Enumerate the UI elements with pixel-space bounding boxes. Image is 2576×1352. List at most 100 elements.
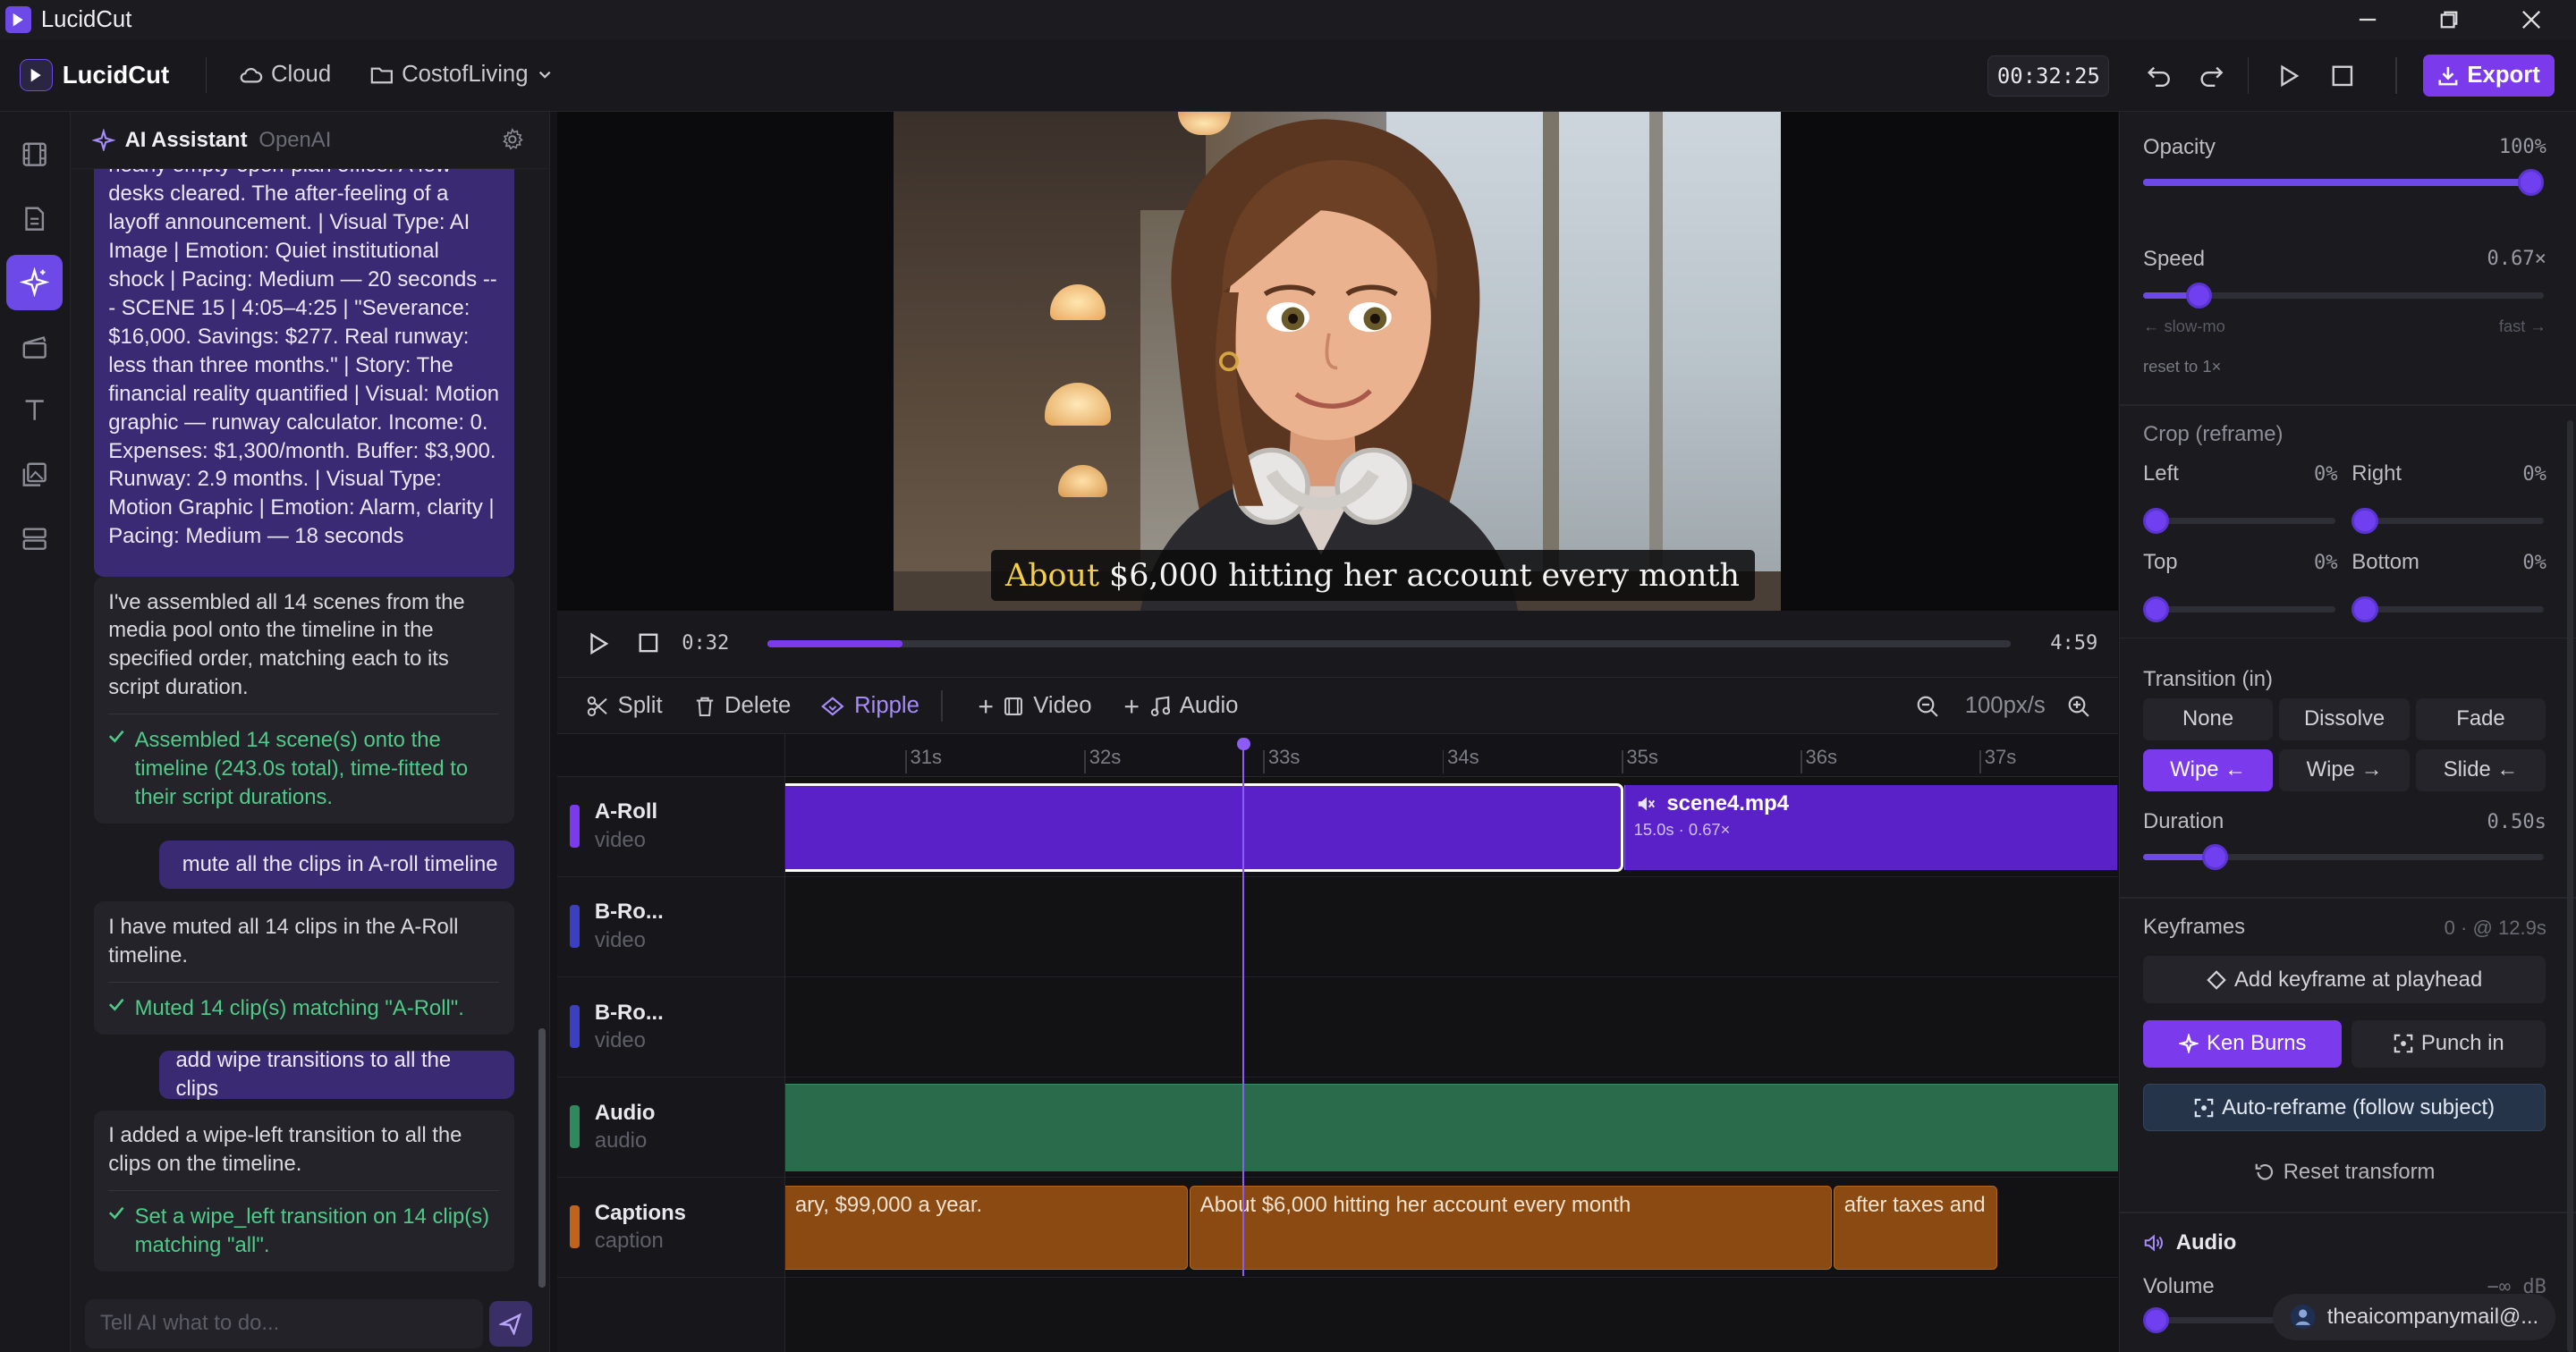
transition-wipe-right-button[interactable]: Wipe → [2279,748,2410,792]
properties-scrollbar[interactable] [2566,420,2574,1352]
ai-prompt-input[interactable]: Tell AI what to do... [85,1298,483,1348]
track-color-bar [570,1105,580,1148]
add-keyframe-button[interactable]: Add keyframe at playhead [2143,955,2546,1004]
scrubber[interactable] [767,640,2012,647]
caption-clip[interactable]: ary, $99,000 a year. [784,1186,1188,1270]
crop-left-slider[interactable] [2143,507,2335,534]
punch-in-button[interactable]: Punch in [2351,1019,2546,1068]
lane-b-roll-1[interactable] [784,877,2118,977]
ruler-tick [1621,750,1623,774]
minimize-button[interactable] [2329,0,2404,39]
slider-knob[interactable] [2202,844,2229,871]
delete-button[interactable]: Delete [695,678,791,735]
track-header-b-roll-2[interactable]: B-Ro... video [556,976,785,1077]
rail-text-button[interactable] [6,383,62,438]
ai-settings-button[interactable] [501,128,524,151]
reset-transform-button[interactable]: Reset transform [2143,1152,2546,1195]
track-color-bar [570,804,580,848]
stop-button[interactable] [2325,59,2360,92]
chat-scrollbar[interactable] [538,1027,546,1288]
play-preview-button[interactable] [2270,59,2306,92]
transition-slide-left-button[interactable]: Slide ← [2415,748,2546,792]
auto-reframe-button[interactable]: Auto-reframe (follow subject) [2143,1084,2546,1132]
ruler-tick-label: 36s [1805,745,1838,768]
transition-fade-button[interactable]: Fade [2415,697,2546,741]
rail-scenes-button[interactable] [6,318,62,374]
clip-meta: 15.0s · 0.67× [1633,819,1731,839]
slider-knob[interactable] [2143,596,2170,623]
slider-knob[interactable] [2143,507,2170,534]
transition-wipe-left-button[interactable]: Wipe ← [2143,748,2274,792]
crop-bottom-slider[interactable] [2351,596,2545,623]
slider-fill [2143,179,2545,186]
add-video-track-button[interactable]: Video [978,678,1092,735]
ken-burns-button[interactable]: Ken Burns [2143,1019,2343,1068]
slider-knob[interactable] [2517,169,2545,196]
lane-b-roll-2[interactable] [784,977,2118,1077]
track-header-b-roll-1[interactable]: B-Ro... video [556,876,785,977]
playback-play-button[interactable] [587,632,610,655]
cloud-button[interactable]: Cloud [240,62,331,88]
close-window-button[interactable] [2494,0,2569,39]
crop-top-label: Top [2143,550,2178,575]
stop-icon [2331,64,2354,88]
crop-top-slider[interactable] [2143,596,2335,623]
rail-storage-button[interactable] [6,511,62,566]
slider-knob[interactable] [2351,596,2378,623]
aroll-clip-selected[interactable] [784,783,1623,873]
track-type: video [594,1027,646,1052]
crop-right-slider[interactable] [2351,507,2545,534]
timeline[interactable]: 31s 32s 33s 34s 35s 36s 37s A-Roll video B-Ro.… [556,734,2118,1352]
track-header-audio[interactable]: Audio audio [556,1077,785,1178]
chat-scroll-area[interactable]: nearly empty open-plan office. A few des… [71,169,550,1290]
slider-knob[interactable] [2143,1307,2170,1334]
rail-ai-button[interactable] [6,254,63,311]
export-button[interactable]: Export [2423,54,2555,97]
ripple-toggle[interactable]: Ripple [821,678,919,735]
transition-dissolve-button[interactable]: Dissolve [2279,697,2410,741]
split-button[interactable]: Split [587,678,663,735]
reset-speed-button[interactable]: reset to 1× [2143,357,2221,376]
slider-knob[interactable] [2186,282,2213,309]
brand[interactable]: LucidCut [20,58,170,92]
track-type: video [594,827,646,852]
transition-duration-slider[interactable] [2143,844,2545,871]
undo-button[interactable] [2140,59,2176,92]
ripple-icon [821,696,844,717]
time-ruler[interactable]: 31s 32s 33s 34s 35s 36s 37s [784,734,2118,777]
brand-name: LucidCut [62,60,170,89]
redo-button[interactable] [2193,59,2229,92]
auto-reframe-label: Auto-reframe (follow subject) [2222,1094,2496,1120]
track-header-a-roll[interactable]: A-Roll video [556,776,785,877]
send-button[interactable] [489,1300,533,1348]
transition-label: Transition (in) [2143,666,2273,691]
rail-images-button[interactable] [6,447,62,503]
project-selector[interactable]: CostofLiving [370,62,553,88]
plus-icon [1123,698,1140,714]
caption-clip[interactable]: About $6,000 hitting her account every m… [1189,1186,1832,1270]
video-preview[interactable] [556,111,2118,612]
track-header-captions[interactable]: Captions caption [556,1177,785,1278]
volume-label: Volume [2143,1274,2215,1299]
add-audio-track-button[interactable]: Audio [1123,678,1238,735]
action-result-text: Assembled 14 scene(s) onto the timeline … [134,728,469,809]
speed-slider[interactable] [2143,282,2545,309]
audio-clip[interactable] [784,1084,2118,1171]
caption-clip-text: after taxes and [1843,1193,1986,1218]
ai-panel-header: AI Assistant OpenAI [70,112,551,170]
rail-media-button[interactable] [6,126,62,182]
zoom-in-button[interactable] [2067,678,2090,735]
transition-none-button[interactable]: None [2143,697,2274,741]
account-chip[interactable]: theaicompanymail@... [2273,1294,2556,1340]
zoom-out-button[interactable] [1916,678,1939,735]
caption-clip-text: ary, $99,000 a year. [794,1193,983,1218]
diamond-icon [2207,969,2226,990]
opacity-slider[interactable] [2143,169,2545,196]
aroll-clip[interactable]: scene4.mp4 15.0s · 0.67× [1624,784,2118,871]
trash-icon [695,696,715,717]
restore-button[interactable] [2411,0,2487,39]
caption-clip[interactable]: after taxes and [1833,1186,1998,1270]
playback-stop-button[interactable] [638,632,659,654]
slider-knob[interactable] [2351,507,2378,534]
rail-script-button[interactable] [6,190,62,246]
